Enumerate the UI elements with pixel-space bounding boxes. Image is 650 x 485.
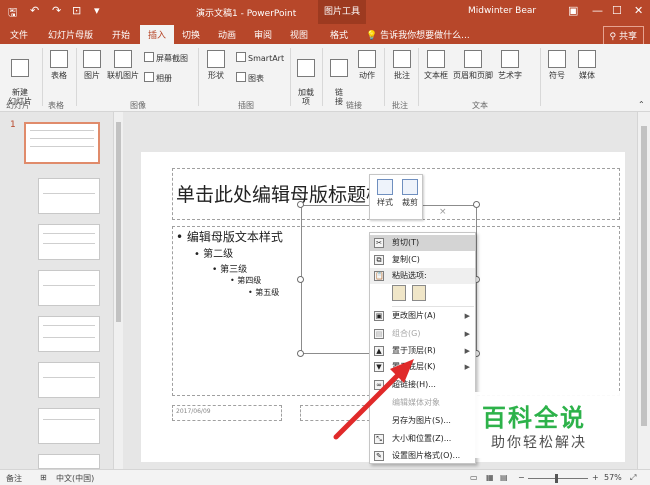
proofing-icon[interactable]: ⊞ (40, 473, 47, 482)
watermark-tagline: 助你轻松解决 (491, 435, 587, 451)
fit-slide-icon[interactable]: ⤢ (630, 473, 636, 483)
language-indicator[interactable]: 中文(中国) (56, 473, 94, 484)
zoom-slider[interactable] (528, 478, 588, 479)
zoom-slider-knob[interactable] (555, 474, 558, 483)
notes-button[interactable]: 备注 (6, 473, 22, 484)
zoom-level[interactable]: 57% (604, 473, 622, 482)
status-bar: 备注 ⊞ 中文(中国) ▭ ▦ ▤ − + 57% ⤢ (0, 469, 650, 485)
zoom-in-icon[interactable]: + (592, 473, 599, 482)
slide-sorter-icon[interactable]: ▦ (486, 473, 494, 482)
normal-view-icon[interactable]: ▭ (470, 473, 478, 482)
watermark-logo-text: 百科全说 (482, 404, 586, 432)
reading-view-icon[interactable]: ▤ (500, 473, 508, 482)
zoom-out-icon[interactable]: − (518, 473, 525, 482)
